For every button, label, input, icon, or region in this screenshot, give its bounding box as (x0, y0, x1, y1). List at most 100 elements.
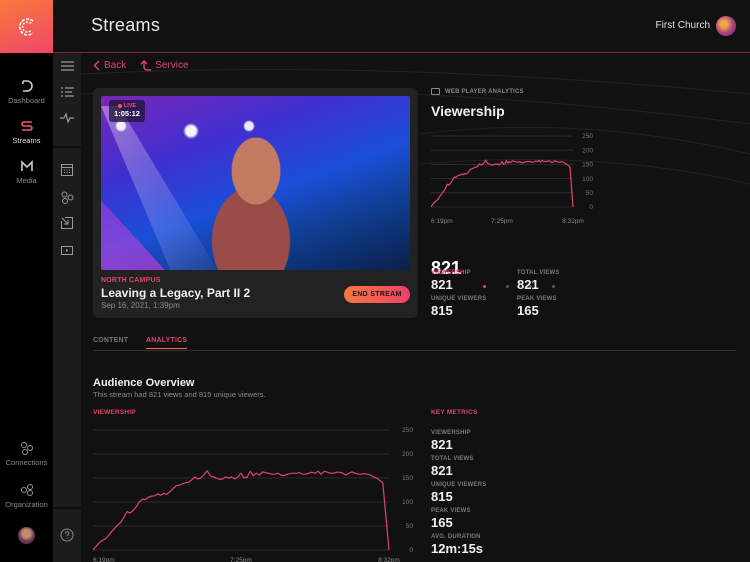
dashboard-icon (21, 80, 33, 92)
x-tick-label: 7:25pm (491, 218, 513, 224)
app-root: Dashboard Streams Media Connections Orga… (0, 0, 750, 562)
video-button[interactable] (59, 243, 75, 257)
y-tick-label: 250 (582, 133, 593, 140)
metric-avg-duration: AVG. DURATION 12m:15s (431, 534, 486, 556)
back-link[interactable]: Back (93, 60, 126, 71)
x-tick-label: 6:19pm (93, 557, 115, 562)
x-tick-label: 7:25pm (230, 557, 252, 562)
page-dot[interactable] (506, 285, 509, 288)
browser-icon (431, 88, 440, 95)
metric-value: 12m:15s (431, 541, 484, 556)
x-tick-label: 8:32pm (378, 557, 400, 562)
stat-label: PEAK VIEWS (517, 296, 557, 302)
audience-overview-title: Audience Overview (93, 377, 195, 389)
stat-value: 815 (431, 303, 453, 318)
streams-icon (20, 121, 33, 131)
nav-item-dashboard[interactable]: Dashboard (0, 78, 53, 105)
y-tick-label: 250 (402, 427, 413, 434)
metric-label: AVG. DURATION (431, 534, 481, 540)
viewership-heading: Viewership (431, 103, 505, 119)
audience-overview-subtitle: This stream had 821 views and 815 unique… (93, 390, 266, 399)
metric-unique-viewers: UNIQUE VIEWERS 815 (431, 482, 486, 504)
service-label: Service (155, 60, 189, 71)
app-logo[interactable] (0, 0, 53, 53)
stat-label: UNIQUE VIEWERS (431, 296, 487, 302)
user-avatar[interactable] (18, 527, 35, 544)
stream-title: Leaving a Legacy, Part II 2 (101, 286, 251, 300)
breadcrumb: Back Service (93, 60, 189, 71)
web-player-analytics: WEB PLAYER ANALYTICS Viewership 0 50 100 15… (431, 88, 601, 288)
y-tick-label: 100 (402, 499, 413, 506)
viewership-chart: 0 50 100 150 200 250 6:19pm 7:25pm 8:32pm (93, 427, 414, 562)
pulse-button[interactable] (59, 111, 75, 125)
page-dot[interactable] (483, 285, 486, 288)
section-header: WEB PLAYER ANALYTICS (431, 88, 601, 95)
tab-analytics[interactable]: ANALYTICS (146, 337, 188, 349)
video-preview[interactable]: LIVE 1:05:12 (101, 96, 410, 270)
calendar-icon (61, 164, 73, 176)
page-title: Streams (91, 15, 161, 35)
calendar-button[interactable] (59, 163, 75, 177)
pulse-icon (60, 113, 74, 123)
service-link[interactable]: Service (140, 60, 189, 71)
list-icon (60, 87, 74, 97)
chevron-left-icon (93, 60, 100, 71)
series-line (93, 470, 390, 551)
nav-item-organization[interactable]: Organization (0, 482, 53, 509)
y-tick-label: 150 (582, 162, 593, 169)
import-button[interactable] (59, 216, 75, 230)
organization-avatar[interactable] (716, 16, 736, 36)
main-nav: Dashboard Streams Media Connections Orga… (0, 0, 53, 562)
nav-label: Dashboard (8, 96, 45, 105)
video-icon (61, 245, 73, 255)
nav-label: Media (16, 176, 37, 185)
metric-viewership: VIEWERSHIP 821 (431, 430, 486, 452)
nav-item-media[interactable]: Media (0, 158, 53, 185)
media-icon (20, 160, 33, 171)
nav-item-streams[interactable]: Streams (0, 118, 53, 145)
stat-value: 821 (517, 277, 539, 292)
series-line (431, 159, 574, 208)
viewership-chart-label: VIEWERSHIP (93, 409, 136, 416)
y-tick-label: 0 (409, 547, 413, 554)
live-dot-icon (117, 104, 122, 108)
metric-label: VIEWERSHIP (431, 430, 471, 436)
nav-label: Streams (12, 136, 41, 145)
menu-icon (60, 61, 74, 71)
metric-label: PEAK VIEWS (431, 508, 471, 514)
connections-icon (61, 191, 73, 204)
mini-viewership-chart: 0 50 100 150 200 250 6:19pm 7:25pm 8:32pm (431, 133, 593, 224)
y-tick-label: 150 (402, 475, 413, 482)
metric-value: 821 (431, 463, 453, 478)
stat-value: 821 (431, 277, 453, 292)
key-metrics-label: KEY METRICS (431, 409, 478, 416)
stat-viewership: VIEWERSHIP 821 (431, 270, 471, 292)
help-icon (60, 528, 74, 542)
metric-value: 815 (431, 489, 453, 504)
menu-button[interactable] (59, 59, 75, 73)
sub-nav (53, 53, 81, 562)
y-tick-label: 100 (582, 176, 593, 183)
section-label: WEB PLAYER ANALYTICS (445, 88, 524, 95)
live-badge: LIVE 1:05:12 (109, 100, 145, 122)
connections-icon (20, 442, 33, 455)
stream-date: Sep 16, 2021, 1:39pm (101, 301, 180, 310)
tab-content[interactable]: CONTENT (93, 337, 128, 348)
connections-button[interactable] (59, 190, 75, 204)
nav-item-connections[interactable]: Connections (0, 440, 53, 467)
metric-peak-views: PEAK VIEWS 165 (431, 508, 486, 530)
top-header: Streams First Church (53, 0, 750, 53)
list-button[interactable] (59, 85, 75, 99)
stat-total-views: TOTAL VIEWS 821 (517, 270, 560, 292)
metric-value: 165 (431, 515, 453, 530)
end-stream-button[interactable]: END STREAM (344, 286, 410, 303)
logo-icon (18, 17, 34, 36)
stat-peak-views: PEAK VIEWS 165 (517, 296, 557, 318)
sub-nav-divider (53, 146, 81, 148)
sub-nav-divider (53, 507, 81, 509)
import-icon (61, 217, 73, 229)
help-button[interactable] (59, 527, 75, 543)
organization-name[interactable]: First Church (656, 20, 710, 31)
arrow-up-left-icon (140, 60, 152, 71)
y-tick-label: 50 (406, 523, 414, 530)
